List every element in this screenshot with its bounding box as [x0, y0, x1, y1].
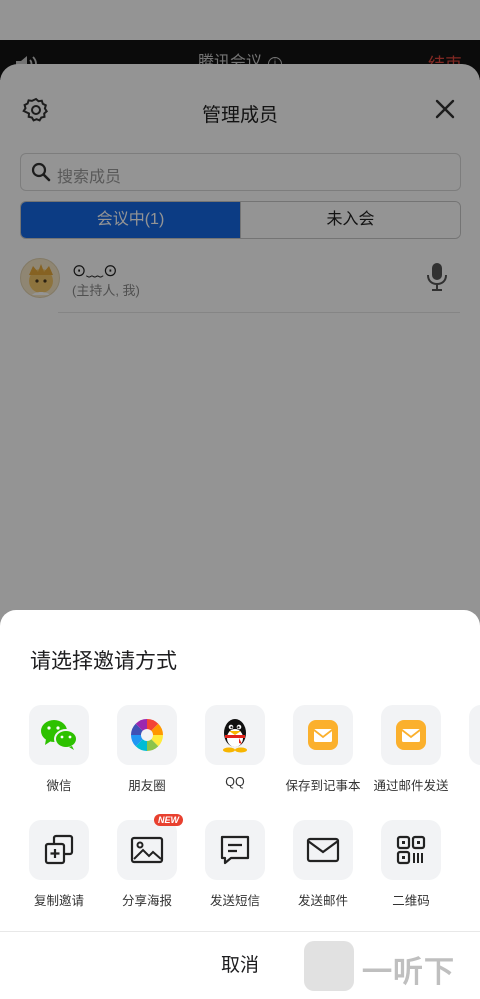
option-send-sms[interactable]: 发送短信	[191, 820, 279, 909]
option-label: 微信	[46, 779, 72, 793]
option-more-partial[interactable]	[455, 705, 480, 765]
poster-icon	[130, 836, 164, 864]
option-qq[interactable]: QQ	[191, 705, 279, 789]
moments-icon	[131, 719, 163, 751]
mail-app-icon	[396, 720, 426, 750]
option-label: QQ	[225, 775, 245, 789]
option-label: 复制邀请	[33, 894, 84, 908]
option-save-notepad[interactable]: 保存到记事本	[279, 705, 367, 794]
qrcode-icon	[396, 835, 426, 865]
new-badge: NEW	[154, 814, 183, 826]
qq-icon	[223, 719, 247, 753]
copy-icon	[44, 834, 74, 865]
option-label: 分享海报	[121, 894, 172, 908]
watermark-text: 一听下载	[362, 956, 455, 989]
mail-app-tile	[381, 705, 441, 765]
sheet-title: 请选择邀请方式	[30, 650, 177, 673]
watermark-logo-icon	[304, 941, 354, 991]
option-wechat[interactable]: 微信	[15, 705, 103, 794]
copy-tile	[29, 820, 89, 880]
option-qrcode[interactable]: 二维码	[367, 820, 455, 909]
option-label: 发送短信	[209, 894, 260, 908]
option-label: 发送邮件	[297, 894, 348, 908]
option-send-email[interactable]: 发送邮件	[279, 820, 367, 909]
option-copy-invite[interactable]: 复制邀请	[15, 820, 103, 909]
option-label: 朋友圈	[128, 779, 166, 793]
sms-tile	[205, 820, 265, 880]
qrcode-tile	[381, 820, 441, 880]
option-share-poster[interactable]: NEW 分享海报	[103, 814, 191, 909]
watermark: 一听下载	[304, 937, 476, 995]
notepad-icon	[308, 720, 338, 750]
more-tile	[469, 705, 480, 765]
option-send-via-mail[interactable]: 通过邮件发送	[367, 705, 455, 794]
option-label: 通过邮件发送	[373, 779, 449, 793]
sms-icon	[220, 835, 250, 865]
option-label: 二维码	[392, 894, 430, 908]
poster-tile: NEW	[117, 814, 183, 880]
notepad-tile	[293, 705, 353, 765]
share-row-1: 微信 朋友圈 QQ 保存到记事本 通过邮件发送	[0, 705, 480, 805]
email-tile	[293, 820, 353, 880]
email-icon	[306, 837, 340, 863]
share-row-2: 复制邀请 NEW 分享海报 发送短信 发送邮件 二维码	[0, 814, 480, 920]
wechat-tile	[29, 705, 89, 765]
qq-tile	[205, 705, 265, 765]
option-label: 保存到记事本	[285, 779, 361, 793]
wechat-icon	[41, 720, 78, 750]
option-moments[interactable]: 朋友圈	[103, 705, 191, 794]
moments-tile	[117, 705, 177, 765]
